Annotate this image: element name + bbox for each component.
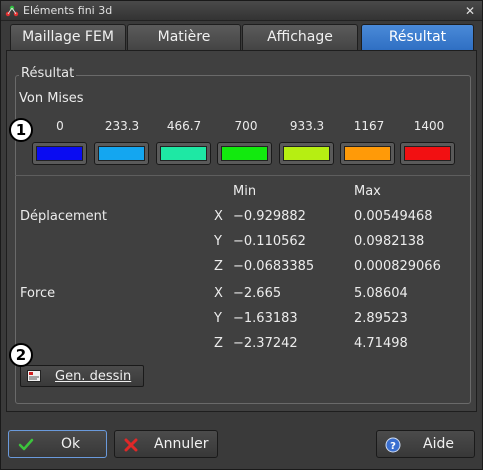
min-value: −0.110562 [233, 234, 306, 249]
app-icon [5, 5, 19, 17]
help-icon: ? [385, 437, 401, 453]
help-button[interactable]: ? Aide [376, 430, 475, 458]
scale-value: 466.7 [166, 119, 202, 133]
tab-resultat[interactable]: Résultat [361, 24, 474, 50]
axis-label: Z [214, 336, 223, 351]
scale-value: 1167 [353, 119, 385, 133]
section-label: Force [20, 286, 56, 301]
scale-value: 233.3 [104, 119, 140, 133]
swatch-fill [283, 146, 330, 161]
cross-icon [124, 438, 138, 452]
scale-value: 700 [234, 119, 258, 133]
swatch-fill [160, 146, 207, 161]
swatch-fill [36, 146, 83, 161]
max-value: 4.71498 [354, 336, 408, 351]
min-value: −2.665 [233, 286, 282, 301]
tab-matiere[interactable]: Matière [127, 24, 241, 50]
svg-text:?: ? [390, 441, 396, 452]
color-swatch-button[interactable] [156, 142, 211, 165]
swatch-fill [98, 146, 145, 161]
divider [15, 175, 471, 176]
color-swatch-button[interactable] [217, 142, 272, 165]
max-header: Max [354, 184, 381, 199]
max-value: 0.0982138 [354, 234, 425, 249]
close-icon[interactable]: ✕ [463, 4, 477, 18]
tab-panel: Résultat Von Mises 0 233.3 466.7 700 933… [6, 50, 477, 412]
annotation-badge-1: 1 [9, 118, 33, 142]
axis-label: Y [214, 311, 222, 326]
max-value: 5.08604 [354, 286, 408, 301]
color-swatch-button[interactable] [94, 142, 149, 165]
scale-value: 933.3 [289, 119, 325, 133]
swatch-fill [221, 146, 268, 161]
axis-label: Z [214, 259, 223, 274]
tab-affichage[interactable]: Affichage [242, 24, 358, 50]
max-value: 0.000829066 [354, 259, 441, 274]
color-swatch-button[interactable] [279, 142, 334, 165]
title-bar[interactable]: Eléments fini 3d ✕ [1, 1, 482, 21]
cancel-button[interactable]: Annuler [114, 430, 218, 458]
dialog-window: Eléments fini 3d ✕ Maillage FEM Matière … [0, 0, 483, 470]
tab-maillage-fem[interactable]: Maillage FEM [10, 24, 126, 50]
axis-label: X [214, 286, 223, 301]
result-type-label: Von Mises [19, 91, 84, 106]
min-header: Min [233, 184, 257, 199]
gen-dessin-button[interactable]: Gen. dessin [20, 365, 144, 387]
color-swatch-button[interactable] [400, 142, 455, 165]
axis-label: X [214, 209, 223, 224]
gen-dessin-label: Gen. dessin [55, 369, 132, 384]
min-value: −1.63183 [233, 311, 298, 326]
max-value: 2.89523 [354, 311, 408, 326]
scale-value: 1400 [413, 119, 445, 133]
min-value: −0.929882 [233, 209, 306, 224]
axis-label: Y [214, 234, 222, 249]
group-title: Résultat [19, 66, 77, 81]
swatch-fill [404, 146, 451, 161]
scale-value: 0 [56, 119, 64, 133]
ok-label: Ok [61, 436, 81, 452]
swatch-fill [344, 146, 391, 161]
min-value: −0.0683385 [233, 259, 315, 274]
section-label: Déplacement [20, 209, 107, 224]
help-label: Aide [423, 436, 454, 452]
cancel-label: Annuler [154, 436, 209, 452]
window-title: Eléments fini 3d [23, 4, 113, 17]
check-icon [18, 438, 34, 451]
annotation-badge-2: 2 [9, 343, 33, 367]
drawing-icon [27, 370, 41, 382]
color-swatch-button[interactable] [32, 142, 87, 165]
color-swatch-button[interactable] [340, 142, 395, 165]
max-value: 0.00549468 [354, 209, 433, 224]
ok-button[interactable]: Ok [8, 430, 107, 458]
min-value: −2.37242 [233, 336, 298, 351]
